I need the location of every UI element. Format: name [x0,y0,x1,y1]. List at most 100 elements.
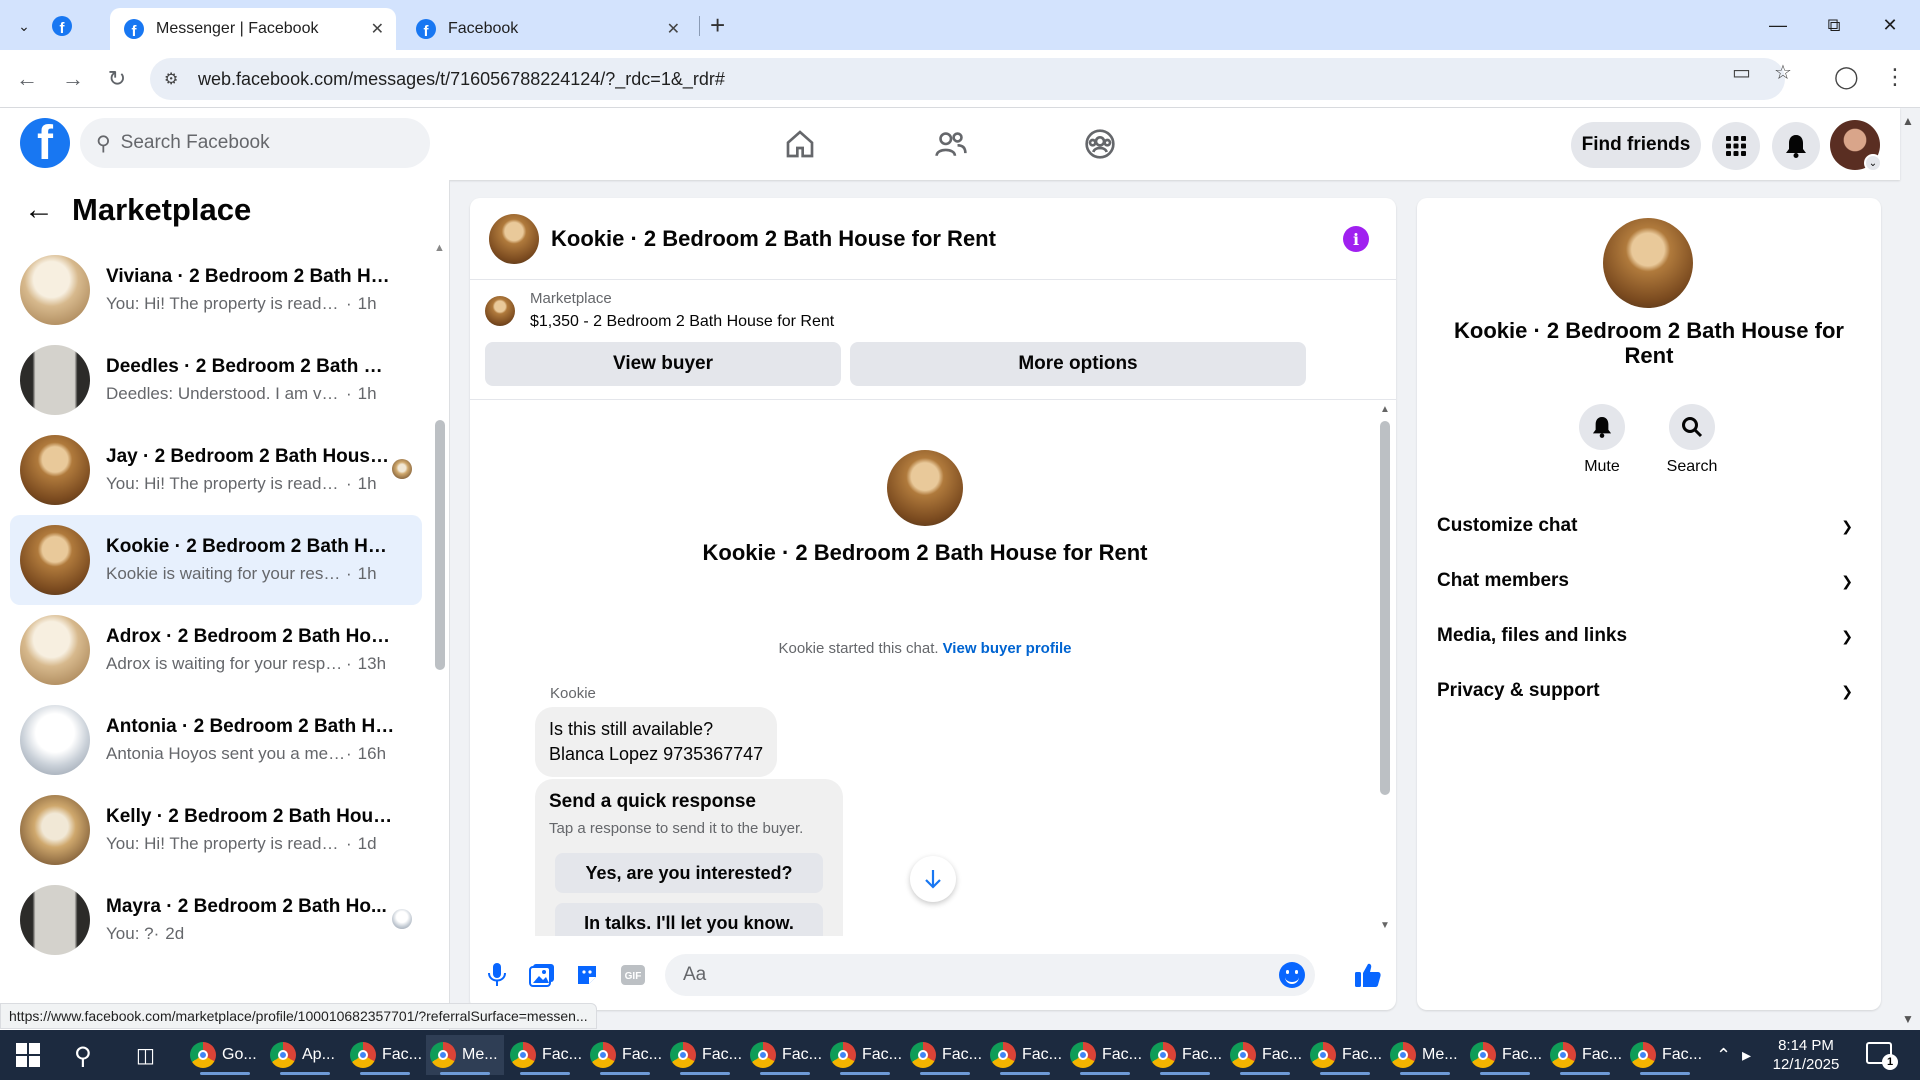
account-avatar[interactable]: ⌄ [1830,120,1882,172]
taskbar-search-icon[interactable]: ⚲ [74,1042,92,1071]
facebook-logo[interactable]: f [20,118,70,168]
message-bubble[interactable]: Is this still available? Blanca Lopez 97… [535,707,778,777]
page-scroll-up-arrow[interactable]: ▲ [1902,114,1914,128]
quick-reply-button[interactable]: Yes, are you interested? [555,853,823,893]
section-media-files-links[interactable]: Media, files and links ❯ [1437,616,1861,656]
search-action[interactable]: Search [1647,404,1737,476]
section-chat-members[interactable]: Chat members ❯ [1437,561,1861,601]
photo-icon[interactable] [527,960,557,990]
info-icon[interactable]: i [1343,226,1369,252]
emoji-icon[interactable] [1279,962,1305,988]
taskbar-app-button[interactable]: Fac... [666,1035,744,1075]
scroll-to-bottom-button[interactable] [910,856,956,902]
taskbar-app-button[interactable]: Fac... [826,1035,904,1075]
back-arrow-icon[interactable]: ← [12,64,42,94]
wifi-icon[interactable]: ▸ [1742,1030,1751,1080]
menu-grid-icon[interactable] [1712,122,1760,170]
close-tab-icon[interactable]: ✕ [667,19,680,39]
taskbar-app-button[interactable]: Fac... [346,1035,424,1075]
address-bar[interactable]: ⚙ web.facebook.com/messages/t/7160567882… [150,58,1785,100]
taskbar-app-button[interactable]: Fac... [1226,1035,1304,1075]
close-tab-icon[interactable]: ✕ [371,19,384,39]
taskbar-app-button[interactable]: Fac... [1146,1035,1224,1075]
tray-chevron-icon[interactable]: ⌃ [1716,1030,1731,1080]
taskbar-app-button[interactable]: Fac... [1306,1035,1384,1075]
taskbar-app-button[interactable]: Fac... [1626,1035,1704,1075]
listing-summary[interactable]: Marketplace $1,350 - 2 Bedroom 2 Bath Ho… [485,290,834,331]
taskbar-app-button[interactable]: Fac... [506,1035,584,1075]
mute-action[interactable]: Mute [1557,404,1647,476]
home-nav-icon[interactable] [745,118,855,170]
thumbs-up-icon[interactable] [1353,960,1383,990]
conversation-item[interactable]: Mayra · 2 Bedroom 2 Bath Ho... You: ? · 2d [10,875,422,965]
taskbar-app-button[interactable]: Fac... [986,1035,1064,1075]
details-avatar[interactable] [1603,218,1693,308]
taskbar-app-button[interactable]: Me... [426,1035,504,1075]
bell-icon[interactable] [1579,404,1625,450]
close-window-button[interactable]: ✕ [1870,10,1910,40]
page-scroll-down-arrow[interactable]: ▼ [1902,1012,1914,1026]
facebook-search[interactable]: ⚲ [80,118,430,168]
tab-messenger[interactable]: f Messenger | Facebook ✕ [110,8,396,50]
facebook-search-input[interactable] [120,132,401,154]
address-url[interactable]: web.facebook.com/messages/t/716056788224… [198,69,725,90]
site-settings-icon[interactable]: ⚙ [164,69,188,89]
chat-avatar[interactable] [489,213,539,264]
taskbar-app-button[interactable]: Ap... [266,1035,344,1075]
find-friends-button[interactable]: Find friends [1571,122,1701,168]
messages-scroll-down-arrow[interactable]: ▼ [1380,920,1390,931]
tab-facebook[interactable]: f Facebook ✕ [402,8,692,50]
tab-search-chevron-icon[interactable]: ⌄ [10,12,38,40]
chat-title[interactable]: Kookie · 2 Bedroom 2 Bath House for Rent [551,226,996,252]
more-options-button[interactable]: More options [850,342,1306,386]
quick-reply-button[interactable]: In talks. I'll let you know. [555,903,823,936]
taskbar-clock[interactable]: 8:14 PM 12/1/2025 [1762,1036,1850,1074]
taskbar-app-button[interactable]: Go... [186,1035,264,1075]
profile-icon[interactable]: ◯ [1834,64,1859,90]
restore-button[interactable]: ⧉ [1814,10,1854,40]
conversation-item[interactable]: Antonia · 2 Bedroom 2 Bath Ho... Antonia … [10,695,422,785]
browser-menu-icon[interactable]: ⋮ [1884,64,1906,90]
messages-scroll-up-arrow[interactable]: ▲ [1380,404,1390,415]
message-input-wrapper[interactable] [665,954,1315,996]
forward-arrow-icon[interactable]: → [58,64,88,94]
notifications-bell-icon[interactable] [1772,122,1820,170]
conversation-item[interactable]: Adrox · 2 Bedroom 2 Bath Hous... Adrox is… [10,605,422,695]
taskbar-app-button[interactable]: Fac... [586,1035,664,1075]
task-view-icon[interactable]: ◫ [136,1043,155,1068]
conversation-item[interactable]: Kookie · 2 Bedroom 2 Bath Hou... Kookie i… [10,515,422,605]
new-tab-button[interactable]: + [710,12,725,38]
messages-scrollbar[interactable] [1380,421,1390,795]
reload-icon[interactable]: ↻ [102,64,132,94]
notification-center-icon[interactable]: 1 [1866,1042,1898,1070]
bookmark-star-icon[interactable]: ☆ [1774,60,1792,85]
message-input[interactable] [683,964,1243,986]
conversation-item[interactable]: Viviana · 2 Bedroom 2 Bath Hou... You: Hi… [10,245,422,335]
search-icon[interactable] [1669,404,1715,450]
sidebar-scrollbar[interactable] [435,420,445,670]
install-app-icon[interactable]: ▭ [1732,60,1751,85]
taskbar-app-button[interactable]: Me... [1386,1035,1464,1075]
taskbar-app-button[interactable]: Fac... [1546,1035,1624,1075]
back-arrow-icon[interactable]: ← [24,193,54,227]
view-buyer-button[interactable]: View buyer [485,342,841,386]
conversation-item[interactable]: Jay · 2 Bedroom 2 Bath House... You: Hi! … [10,425,422,515]
pinned-facebook-tab[interactable]: f [48,12,76,40]
groups-nav-icon[interactable] [1045,118,1155,170]
sidebar-scroll-up-arrow[interactable]: ▲ [434,242,445,254]
conversation-item[interactable]: Deedles · 2 Bedroom 2 Bath Ho... Deedles:… [10,335,422,425]
conversation-item[interactable]: Kelly · 2 Bedroom 2 Bath House ... You: H… [10,785,422,875]
taskbar-app-button[interactable]: Fac... [1066,1035,1144,1075]
taskbar-app-button[interactable]: Fac... [746,1035,824,1075]
taskbar-app-button[interactable]: Fac... [1466,1035,1544,1075]
section-customize-chat[interactable]: Customize chat ❯ [1437,506,1861,546]
microphone-icon[interactable] [482,960,512,990]
gif-icon[interactable]: GIF [618,960,648,990]
taskbar-app-button[interactable]: Fac... [906,1035,984,1075]
sticker-icon[interactable] [572,960,602,990]
view-buyer-profile-link[interactable]: View buyer profile [943,640,1072,657]
windows-start-icon[interactable] [16,1043,40,1067]
section-privacy-support[interactable]: Privacy & support ❯ [1437,671,1861,711]
friends-nav-icon[interactable] [896,118,1006,170]
minimize-button[interactable]: — [1758,10,1798,40]
